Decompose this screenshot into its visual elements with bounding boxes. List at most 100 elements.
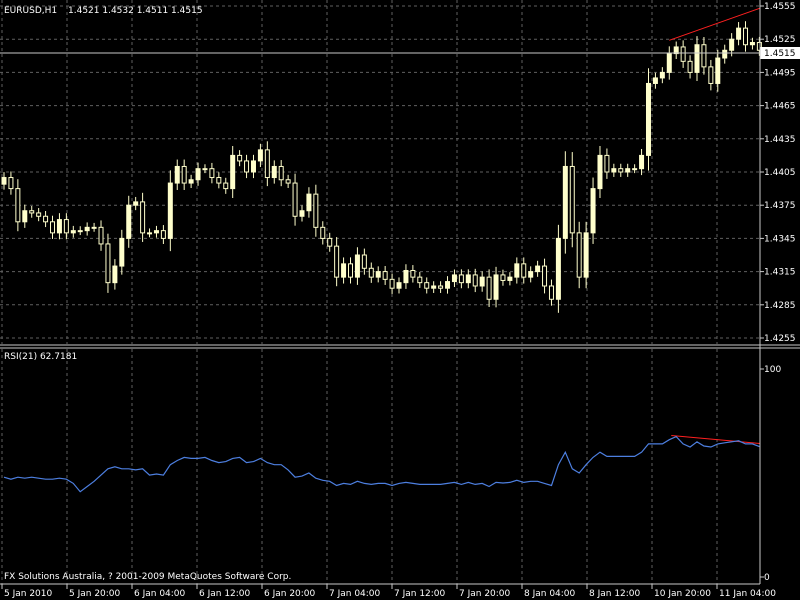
candle-body bbox=[174, 165, 180, 184]
candle-body bbox=[396, 282, 402, 289]
candle-body bbox=[472, 274, 478, 287]
candle-body bbox=[77, 230, 83, 233]
candle-body bbox=[140, 201, 146, 234]
candle-body bbox=[431, 285, 437, 289]
candle-body bbox=[153, 230, 159, 234]
symbol-label: EURUSD,H1 bbox=[4, 6, 57, 16]
candle-body bbox=[382, 271, 388, 280]
y-tick-label: 1.4465 bbox=[764, 102, 796, 112]
candle-body bbox=[611, 168, 617, 173]
candle-body bbox=[105, 243, 111, 284]
candle-body bbox=[278, 165, 284, 181]
candle-body bbox=[8, 177, 14, 190]
y-tick-label: 1.4255 bbox=[764, 334, 796, 344]
candle-body bbox=[736, 27, 742, 40]
x-tick-label: 10 Jan 20:00 bbox=[654, 589, 711, 599]
candle-body bbox=[56, 219, 62, 234]
candle-body bbox=[632, 168, 638, 171]
candle-body bbox=[486, 276, 492, 300]
candle-body bbox=[98, 226, 104, 245]
candle-body bbox=[465, 274, 471, 284]
candle-body bbox=[354, 254, 360, 278]
candle-body bbox=[84, 226, 90, 232]
candle-body bbox=[209, 168, 215, 179]
candle-body bbox=[1, 177, 7, 185]
candle-body bbox=[264, 149, 270, 179]
candle-body bbox=[451, 274, 457, 283]
candle-body bbox=[666, 53, 672, 73]
candle-body bbox=[313, 193, 319, 228]
candle-body bbox=[708, 66, 714, 84]
candle-body bbox=[216, 177, 222, 184]
candle-body bbox=[749, 42, 755, 46]
y-tick-label: 1.4285 bbox=[764, 301, 796, 311]
x-tick-label: 5 Jan 2010 bbox=[4, 589, 52, 599]
candle-body bbox=[722, 49, 728, 59]
candle-body bbox=[299, 210, 305, 217]
price-chart[interactable]: 1.4515 1.4555 1.4525 1.4495 1.4465 1.4435 1.4… bbox=[0, 0, 800, 600]
rsi-tick-label: 0 bbox=[764, 573, 770, 583]
candle-body bbox=[403, 269, 409, 284]
candle-body bbox=[715, 57, 721, 84]
candle-body bbox=[389, 278, 395, 289]
candle-body bbox=[548, 285, 554, 300]
candle-body bbox=[244, 160, 250, 173]
candle-body bbox=[535, 265, 541, 273]
x-tick-label: 7 Jan 04:00 bbox=[329, 589, 381, 599]
candle-body bbox=[542, 265, 548, 287]
x-tick-label: 7 Jan 20:00 bbox=[459, 589, 511, 599]
candle-body bbox=[562, 165, 568, 239]
candle-body bbox=[645, 82, 651, 156]
candle-body bbox=[63, 219, 69, 234]
candle-body bbox=[528, 271, 534, 278]
candle-body bbox=[625, 168, 631, 173]
candle-body bbox=[43, 215, 49, 223]
candle-body bbox=[680, 46, 686, 62]
candle-body bbox=[639, 154, 645, 170]
candle-body bbox=[375, 271, 381, 278]
candle-body bbox=[458, 274, 464, 284]
candle-body bbox=[576, 232, 582, 278]
y-tick-label: 1.4405 bbox=[764, 168, 796, 178]
candle-body bbox=[285, 179, 291, 184]
candle-body bbox=[15, 188, 21, 223]
candle-body bbox=[514, 263, 520, 278]
candle-body bbox=[493, 274, 499, 300]
candle-body bbox=[569, 165, 575, 234]
chart-background bbox=[0, 0, 800, 600]
y-tick-label: 1.4375 bbox=[764, 201, 796, 211]
candle-body bbox=[306, 193, 312, 212]
candle-body bbox=[195, 168, 201, 181]
x-tick-label: 5 Jan 20:00 bbox=[69, 589, 121, 599]
candle-body bbox=[50, 221, 56, 234]
y-tick-label: 1.4345 bbox=[764, 234, 796, 244]
y-tick-label: 1.4495 bbox=[764, 68, 796, 78]
candle-body bbox=[729, 38, 735, 51]
candle-body bbox=[188, 179, 194, 184]
candle-body bbox=[320, 226, 326, 239]
candle-body bbox=[334, 245, 340, 278]
candle-body bbox=[368, 267, 374, 278]
candle-body bbox=[348, 263, 353, 278]
candle-body bbox=[126, 204, 132, 239]
candle-body bbox=[327, 237, 333, 247]
candle-body bbox=[36, 212, 42, 217]
x-tick-label: 6 Jan 20:00 bbox=[264, 589, 316, 599]
x-tick-label: 6 Jan 04:00 bbox=[134, 589, 186, 599]
copyright-text: FX Solutions Australia, ? 2001-2009 Meta… bbox=[4, 572, 291, 582]
candle-body bbox=[257, 149, 263, 162]
rsi-label: RSI(21) 62.7181 bbox=[4, 352, 77, 362]
candle-body bbox=[583, 232, 589, 278]
candle-body bbox=[230, 154, 236, 190]
candle-body bbox=[521, 263, 527, 278]
candle-body bbox=[29, 210, 35, 214]
candle-body bbox=[167, 182, 173, 239]
x-tick-label: 11 Jan 04:00 bbox=[719, 589, 776, 599]
candle-body bbox=[479, 276, 485, 287]
candle-body bbox=[424, 282, 430, 289]
candle-body bbox=[507, 276, 513, 281]
ohlc-label: 1.4521 1.4532 1.4511 1.4515 bbox=[68, 6, 203, 16]
candle-body bbox=[618, 168, 624, 173]
x-tick-label: 6 Jan 12:00 bbox=[199, 589, 251, 599]
candle-body bbox=[410, 269, 416, 278]
